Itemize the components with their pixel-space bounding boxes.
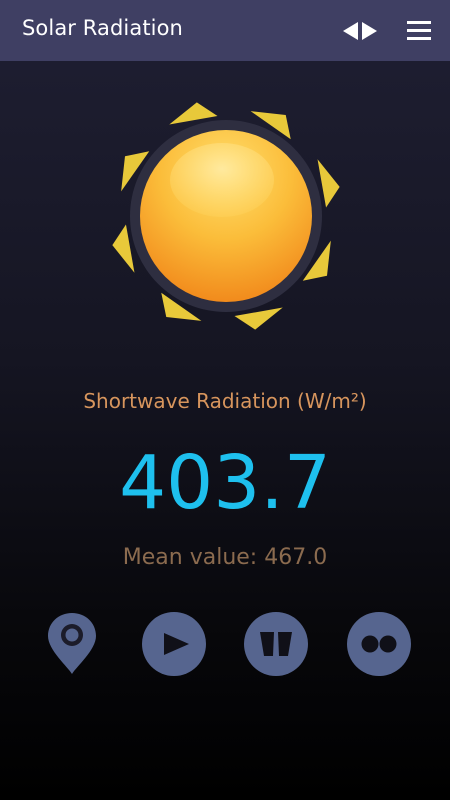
book-icon — [260, 632, 292, 656]
app-title: Solar Radiation — [22, 16, 183, 40]
menu-icon[interactable] — [404, 17, 434, 45]
app-bar: Solar Radiation — [0, 0, 450, 61]
dots-icon — [361, 635, 397, 653]
dots-button[interactable] — [347, 612, 411, 676]
measurement-label: Shortwave Radiation (W/m²) — [83, 389, 367, 413]
play-button[interactable] — [142, 612, 206, 676]
solar-radiation-screen: Solar Radiation Shortwave Radiation (W/m… — [0, 0, 450, 800]
location-pin-icon — [48, 613, 96, 674]
current-value: 403.7 — [119, 440, 331, 526]
mean-value-text: Mean value: 467.0 — [122, 545, 328, 570]
sun-icon — [80, 80, 370, 360]
play-icon — [164, 633, 189, 655]
swap-arrows-icon[interactable] — [341, 19, 379, 43]
location-button[interactable] — [40, 612, 104, 676]
book-button[interactable] — [244, 612, 308, 676]
